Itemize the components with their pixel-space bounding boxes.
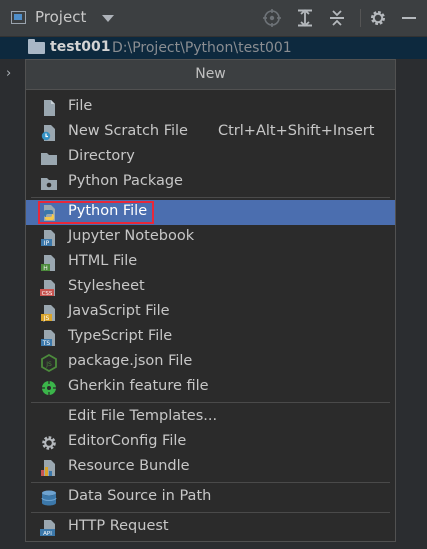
folder-icon xyxy=(28,39,45,54)
menu-item-label: File xyxy=(68,98,93,114)
directory-icon xyxy=(40,149,58,167)
project-name[interactable]: test001 xyxy=(50,39,110,55)
menu-item-label: package.json File xyxy=(68,353,193,369)
js-icon: JS xyxy=(40,304,58,322)
submenu-header: New xyxy=(26,60,395,90)
menu-item-label: Jupyter Notebook xyxy=(68,228,195,244)
project-toolbar: Project xyxy=(0,0,427,37)
menu-item-new-scratch-file[interactable]: New Scratch File Ctrl+Alt+Shift+Insert xyxy=(26,120,395,145)
badge-text: TS xyxy=(42,340,51,347)
menu-item-gherkin-feature-file[interactable]: Gherkin feature file xyxy=(26,375,395,400)
minimize-icon[interactable] xyxy=(399,8,419,28)
menu-item-label: Directory xyxy=(68,148,135,164)
resource-bundle-icon xyxy=(40,459,58,477)
http-request-icon: API xyxy=(40,519,58,537)
ts-icon: TS xyxy=(40,329,58,347)
highlight-outline xyxy=(38,201,154,224)
menu-item-label: TypeScript File xyxy=(68,328,173,344)
html-icon: H xyxy=(40,254,58,272)
menu-item-javascript-file[interactable]: JS JavaScript File xyxy=(26,300,395,325)
view-dropdown-icon[interactable] xyxy=(102,15,114,22)
project-view-title[interactable]: Project xyxy=(35,8,86,26)
expand-all-icon[interactable] xyxy=(295,8,315,28)
menu-item-jupyter-notebook[interactable]: IP Jupyter Notebook xyxy=(26,225,395,250)
menu-separator xyxy=(31,482,390,483)
jupyter-icon: IP xyxy=(40,229,58,247)
menu-item-label: Stylesheet xyxy=(68,278,145,294)
collapse-all-icon[interactable] xyxy=(327,8,347,28)
menu-item-python-file[interactable]: Python File xyxy=(26,200,395,225)
menu-item-directory[interactable]: Directory xyxy=(26,145,395,170)
badge-text: IP xyxy=(44,240,50,247)
crosshair-icon[interactable] xyxy=(262,8,282,28)
menu-item-label: Data Source in Path xyxy=(68,488,212,504)
scratch-file-icon xyxy=(40,124,58,142)
menu-item-editorconfig-file[interactable]: EditorConfig File xyxy=(26,430,395,455)
menu-item-typescript-file[interactable]: TS TypeScript File xyxy=(26,325,395,350)
menu-item-label: HTML File xyxy=(68,253,138,269)
file-icon xyxy=(40,99,58,117)
menu-item-label: HTTP Request xyxy=(68,518,169,534)
expand-chevron-icon[interactable]: › xyxy=(6,66,11,81)
menu-item-data-source-in-path[interactable]: Data Source in Path xyxy=(26,485,395,510)
toolbar-divider xyxy=(360,9,361,27)
badge-text: H xyxy=(43,265,48,272)
menu-item-http-request[interactable]: API HTTP Request xyxy=(26,515,395,540)
new-submenu: New File New Scratch File Ctrl+Alt+Shift… xyxy=(25,59,396,542)
menu-item-label: Gherkin feature file xyxy=(68,378,209,394)
menu-item-resource-bundle[interactable]: Resource Bundle xyxy=(26,455,395,480)
python-package-icon xyxy=(40,174,58,192)
shortcut-label: Ctrl+Alt+Shift+Insert xyxy=(218,123,375,139)
menu-item-edit-file-templates[interactable]: Edit File Templates... xyxy=(26,405,395,430)
css-icon: CSS xyxy=(40,279,58,297)
menu-item-package-json-file[interactable]: JS package.json File xyxy=(26,350,395,375)
nodejs-icon: JS xyxy=(40,354,58,372)
editorconfig-gear-icon xyxy=(40,434,58,452)
badge-text: JS xyxy=(45,361,52,368)
menu-item-label: Resource Bundle xyxy=(68,458,190,474)
project-window-icon xyxy=(11,11,26,24)
menu-item-stylesheet[interactable]: CSS Stylesheet xyxy=(26,275,395,300)
menu-item-label: Python Package xyxy=(68,173,183,189)
project-path: D:\Project\Python\test001 xyxy=(112,40,292,56)
menu-item-file[interactable]: File xyxy=(26,95,395,120)
gear-icon[interactable] xyxy=(368,8,388,28)
menu-item-label: New Scratch File xyxy=(68,123,188,139)
menu-separator xyxy=(31,512,390,513)
badge-text: API xyxy=(43,531,52,537)
menu-item-python-package[interactable]: Python Package xyxy=(26,170,395,195)
menu-separator xyxy=(31,402,390,403)
database-icon xyxy=(40,489,58,507)
badge-text: CSS xyxy=(42,291,53,297)
menu-separator xyxy=(31,197,390,198)
menu-item-label: JavaScript File xyxy=(68,303,170,319)
gherkin-icon xyxy=(40,379,58,397)
menu-item-label: Edit File Templates... xyxy=(68,408,218,424)
badge-text: JS xyxy=(43,315,50,322)
menu-item-html-file[interactable]: H HTML File xyxy=(26,250,395,275)
menu-item-label: EditorConfig File xyxy=(68,433,187,449)
